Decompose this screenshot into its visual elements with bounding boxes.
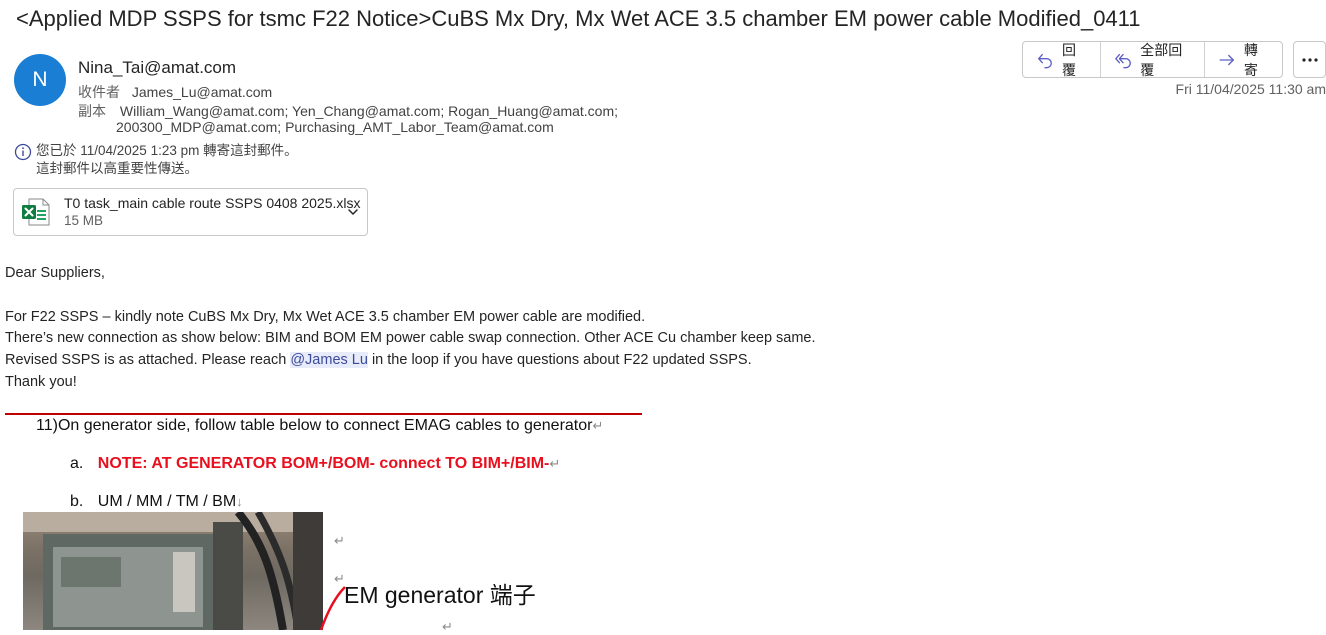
generator-photo-illustration — [23, 512, 323, 630]
body-greeting: Dear Suppliers, — [5, 265, 105, 281]
doc-step-11: 11)On generator side, follow table below… — [36, 417, 604, 434]
sender-email[interactable]: Nina_Tai@amat.com — [78, 58, 236, 78]
doc-item-b: b. UM / MM / TM / BM↓ — [70, 493, 243, 510]
doc-item-b-marker: b. — [70, 493, 84, 510]
document-divider — [5, 413, 642, 415]
doc-step-text: 11)On generator side, follow table below… — [36, 417, 593, 434]
em-generator-label: EM generator 端子 — [344, 582, 536, 608]
cc-recipients-line2[interactable]: 200300_MDP@amat.com; Purchasing_AMT_Labo… — [116, 119, 554, 135]
info-icon — [14, 143, 32, 161]
email-subject: <Applied MDP SSPS for tsmc F22 Notice>Cu… — [16, 6, 1141, 31]
body-line-2: There’s new connection as show below: BI… — [5, 330, 816, 346]
forward-icon — [1219, 54, 1234, 65]
reply-label: 回覆 — [1061, 41, 1076, 78]
forward-label: 轉寄 — [1243, 41, 1258, 78]
forward-button[interactable]: 轉寄 — [1205, 41, 1282, 78]
avatar-initial: N — [32, 68, 48, 91]
to-row: 收件者 James_Lu@amat.com — [78, 82, 272, 102]
doc-item-b-text: UM / MM / TM / BM — [97, 493, 237, 510]
attachment-size: 15 MB — [64, 213, 104, 228]
more-actions-button[interactable] — [1293, 41, 1326, 78]
cc-recipients-line1[interactable]: William_Wang@amat.com; Yen_Chang@amat.co… — [120, 103, 618, 119]
reply-all-button[interactable]: 全部回覆 — [1101, 41, 1205, 78]
ellipsis-icon — [1301, 57, 1318, 62]
forwarded-notice: 您已於 11/04/2025 1:23 pm 轉寄這封郵件。 — [36, 143, 298, 158]
doc-item-a-marker: a. — [70, 455, 84, 472]
attachment-name: T0 task_main cable route SSPS 0408 2025.… — [64, 195, 361, 211]
chevron-down-icon[interactable] — [347, 206, 359, 218]
to-recipient[interactable]: James_Lu@amat.com — [132, 84, 272, 100]
reply-all-icon — [1115, 53, 1132, 68]
generator-photo — [23, 512, 323, 630]
cc-label: 副本 — [78, 103, 106, 119]
reply-icon — [1038, 53, 1052, 68]
body-line-3: Revised SSPS is as attached. Please reac… — [5, 352, 752, 368]
message-actions: 回覆 全部回覆 轉寄 — [1022, 41, 1326, 78]
sender-avatar[interactable]: N — [14, 54, 66, 106]
reply-all-label: 全部回覆 — [1140, 41, 1183, 78]
return-mark: ↵ — [334, 533, 345, 548]
body-line-3-end: in the loop if you have questions about … — [367, 352, 752, 368]
body-line-3-start: Revised SSPS is as attached. Please reac… — [5, 352, 291, 368]
doc-item-a: a. NOTE: AT GENERATOR BOM+/BOM- connect … — [70, 455, 561, 472]
body-thanks: Thank you! — [5, 374, 77, 390]
callout-line — [319, 586, 346, 630]
doc-red-note: NOTE: AT GENERATOR BOM+/BOM- connect TO … — [97, 455, 550, 472]
attachment-card[interactable]: T0 task_main cable route SSPS 0408 2025.… — [13, 188, 368, 236]
reply-button-group: 回覆 全部回覆 轉寄 — [1022, 41, 1284, 78]
to-label: 收件者 — [78, 84, 120, 100]
sent-date: Fri 11/04/2025 11:30 am — [1175, 81, 1326, 97]
body-line-1: For F22 SSPS – kindly note CuBS Mx Dry, … — [5, 309, 646, 325]
reply-button[interactable]: 回覆 — [1023, 41, 1102, 78]
cc-row: 副本 William_Wang@amat.com; Yen_Chang@amat… — [78, 101, 618, 121]
mention-james-lu[interactable]: @James Lu — [290, 352, 368, 368]
importance-notice: 這封郵件以高重要性傳送。 — [36, 161, 198, 176]
return-mark: ↵ — [442, 619, 453, 634]
excel-icon — [22, 198, 50, 226]
